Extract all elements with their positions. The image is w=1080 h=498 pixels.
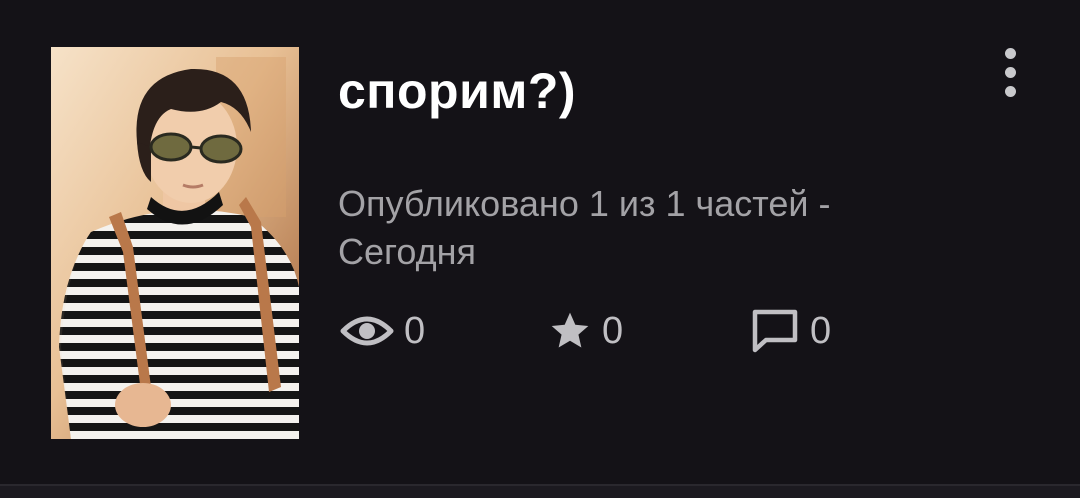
more-vertical-icon [1004,85,1016,97]
more-options-button[interactable] [990,44,1030,100]
more-vertical-icon [1004,47,1016,59]
views-count: 0 [404,309,426,352]
comments-stat: 0 [750,305,831,357]
list-divider [0,484,1080,498]
published-info: Опубликовано 1 из 1 частей - Сегодня [338,183,831,272]
rating-count: 0 [602,309,624,352]
work-title[interactable]: спорим?) [338,62,576,120]
rating-stat: 0 [548,305,623,357]
views-stat: 0 [340,305,425,357]
more-vertical-icon [1004,66,1016,78]
eye-icon [340,311,394,351]
cover-illustration [51,47,299,439]
work-card[interactable]: спорим?) Опубликовано 1 из 1 частей - Се… [0,0,1080,484]
star-icon [548,309,592,353]
cover-image[interactable] [51,47,299,439]
comments-count: 0 [810,309,832,352]
comment-icon [750,308,800,354]
